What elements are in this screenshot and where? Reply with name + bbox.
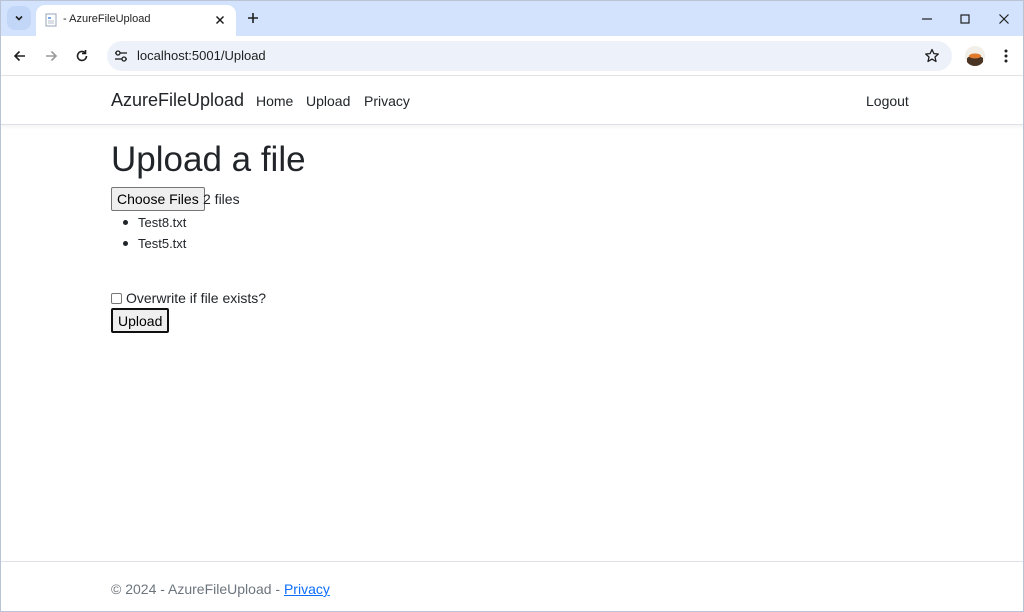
reload-icon (76, 50, 88, 62)
footer-text: © 2024 - AzureFileUpload - Privacy (111, 581, 330, 597)
overwrite-checkbox[interactable] (111, 292, 122, 304)
site-footer: © 2024 - AzureFileUpload - Privacy (1, 561, 1023, 611)
back-button[interactable] (10, 46, 30, 66)
tab-title: - AzureFileUpload (63, 13, 151, 25)
maximize-button[interactable] (955, 9, 975, 29)
tab-search-button[interactable] (7, 6, 31, 30)
profile-avatar[interactable] (965, 46, 985, 66)
site-navbar: AzureFileUpload Home Upload Privacy Logo… (1, 77, 1023, 125)
nav-link-home[interactable]: Home (256, 93, 293, 109)
close-icon (999, 14, 1009, 24)
tab-active[interactable]: - AzureFileUpload (36, 5, 236, 36)
close-icon (215, 15, 225, 25)
file-list: Test8.txt Test5.txt (122, 214, 186, 256)
overwrite-label: Overwrite if file exists? (126, 290, 267, 306)
choose-files-button[interactable]: Choose Files (111, 187, 205, 211)
arrow-left-icon (13, 50, 25, 62)
close-window-button[interactable] (994, 9, 1014, 29)
upload-button[interactable]: Upload (111, 308, 170, 333)
document-icon (45, 13, 57, 27)
more-vertical-icon (1004, 49, 1008, 63)
footer-privacy-link[interactable]: Privacy (284, 581, 330, 597)
nav-link-upload[interactable]: Upload (306, 93, 350, 109)
tune-icon (115, 50, 127, 62)
chevron-down-icon (15, 15, 23, 21)
plus-icon (248, 13, 258, 23)
star-icon[interactable] (924, 48, 940, 64)
url-text: localhost:5001/Upload (137, 48, 266, 63)
nav-link-privacy[interactable]: Privacy (364, 93, 410, 109)
browser-toolbar: localhost:5001/Upload (1, 36, 1023, 76)
avatar-icon (965, 46, 985, 66)
page-viewport: AzureFileUpload Home Upload Privacy Logo… (1, 77, 1023, 611)
arrow-right-icon (46, 50, 58, 62)
list-item: Test5.txt (122, 235, 186, 256)
minimize-button[interactable] (917, 9, 937, 29)
tab-strip: - AzureFileUpload (1, 1, 1023, 36)
file-count-text: 2 files (203, 191, 240, 207)
overwrite-option: Overwrite if file exists? (111, 290, 266, 306)
minimize-icon (922, 18, 932, 20)
navbar-brand[interactable]: AzureFileUpload (111, 90, 244, 111)
forward-button[interactable] (41, 46, 61, 66)
footer-copyright: © 2024 - AzureFileUpload - (111, 581, 284, 597)
page-title: Upload a file (111, 140, 306, 179)
logout-link[interactable]: Logout (866, 93, 909, 109)
browser-menu-button[interactable] (998, 46, 1014, 66)
browser-window: - AzureFileUpload localhost:5001/Upload … (0, 0, 1024, 612)
tab-close-button[interactable] (212, 12, 228, 28)
reload-button[interactable] (72, 46, 92, 66)
address-bar[interactable]: localhost:5001/Upload (107, 41, 952, 71)
maximize-icon (960, 14, 970, 24)
new-tab-button[interactable] (244, 9, 262, 27)
site-info-button[interactable] (113, 48, 129, 64)
list-item: Test8.txt (122, 214, 186, 235)
